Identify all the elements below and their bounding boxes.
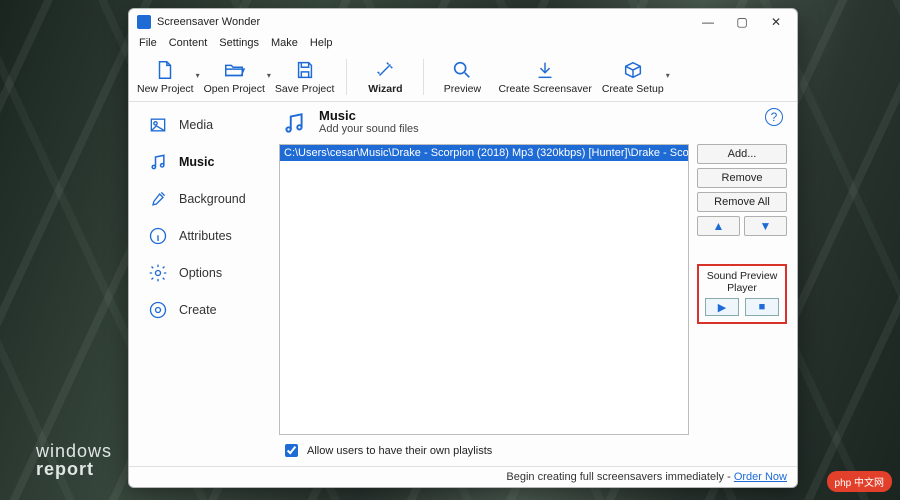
toolbar-label: Preview [444, 83, 481, 95]
create-screensaver-button[interactable]: Create Screensaver [498, 57, 591, 95]
page-subtitle: Add your sound files [319, 123, 419, 135]
chevron-up-icon: ▲ [713, 219, 725, 233]
photo-icon [147, 114, 169, 136]
status-text: Begin creating full screensavers immedia… [506, 471, 733, 483]
toolbar-divider [423, 59, 424, 95]
menu-bar: File Content Settings Make Help [129, 35, 797, 53]
create-setup-button[interactable]: ▾ Create Setup [602, 57, 664, 95]
toolbar-label: Create Screensaver [498, 83, 591, 95]
menu-make[interactable]: Make [271, 37, 298, 49]
wizard-button[interactable]: Wizard [359, 57, 411, 95]
page-title: Music [319, 108, 419, 123]
sidebar-item-label: Options [179, 266, 222, 280]
open-project-button[interactable]: ▾ Open Project [204, 57, 265, 95]
options-row: Allow users to have their own playlists [279, 435, 787, 462]
toolbar-divider [346, 59, 347, 95]
sidebar-item-label: Music [179, 155, 214, 169]
download-icon [531, 57, 559, 83]
new-project-button[interactable]: ▾ New Project [137, 57, 194, 95]
disc-icon [147, 299, 169, 321]
menu-help[interactable]: Help [310, 37, 333, 49]
play-button[interactable]: ▶ [705, 298, 739, 316]
toolbar-label: New Project [137, 83, 194, 95]
move-up-button[interactable]: ▲ [697, 216, 740, 236]
file-icon [151, 57, 179, 83]
info-icon [147, 225, 169, 247]
titlebar: Screensaver Wonder — ▢ ✕ [129, 9, 797, 35]
chevron-down-icon: ▾ [196, 71, 200, 80]
page-header: Music Add your sound files ? [279, 108, 787, 144]
toolbar-label: Create Setup [602, 83, 664, 95]
app-window: Screensaver Wonder — ▢ ✕ File Content Se… [128, 8, 798, 488]
sound-file-list[interactable]: C:\Users\cesar\Music\Drake - Scorpion (2… [279, 144, 689, 435]
remove-button[interactable]: Remove [697, 168, 787, 188]
sidebar-item-background[interactable]: Background [135, 181, 273, 217]
menu-settings[interactable]: Settings [219, 37, 259, 49]
help-button[interactable]: ? [765, 108, 783, 126]
sidebar-item-media[interactable]: Media [135, 107, 273, 143]
sidebar-item-options[interactable]: Options [135, 255, 273, 291]
toolbar-label: Save Project [275, 83, 335, 95]
brush-icon [147, 188, 169, 210]
box-icon [619, 57, 647, 83]
sound-preview-panel: Sound Preview Player ▶ ■ [697, 264, 787, 324]
list-item[interactable]: C:\Users\cesar\Music\Drake - Scorpion (2… [280, 145, 688, 161]
maximize-button[interactable]: ▢ [725, 11, 759, 33]
sidebar-item-music[interactable]: Music [135, 144, 273, 180]
chevron-down-icon: ▾ [267, 71, 271, 80]
toolbar: ▾ New Project ▾ Open Project Save Projec… [129, 53, 797, 102]
sidebar-item-create[interactable]: Create [135, 292, 273, 328]
allow-playlists-checkbox[interactable] [285, 444, 298, 457]
music-note-icon [279, 108, 309, 138]
close-button[interactable]: ✕ [759, 11, 793, 33]
remove-all-button[interactable]: Remove All [697, 192, 787, 212]
chevron-down-icon: ▾ [666, 71, 670, 80]
minimize-button[interactable]: — [691, 11, 725, 33]
sidebar-item-label: Background [179, 192, 246, 206]
sidebar: Media Music Background Attributes Option… [129, 102, 279, 466]
main-panel: Music Add your sound files ? C:\Users\ce… [279, 102, 797, 466]
search-icon [448, 57, 476, 83]
window-title: Screensaver Wonder [157, 16, 260, 28]
status-bar: Begin creating full screensavers immedia… [129, 466, 797, 487]
sidebar-item-label: Media [179, 118, 213, 132]
wand-icon [371, 57, 399, 83]
play-icon: ▶ [718, 301, 726, 314]
add-button[interactable]: Add... [697, 144, 787, 164]
folder-icon [220, 57, 248, 83]
list-controls: Add... Remove Remove All ▲ ▼ Sound Previ… [697, 144, 787, 435]
watermark-windowsreport: windows report [36, 442, 112, 478]
watermark-php: php 中文网 [827, 471, 892, 492]
chevron-down-icon: ▼ [760, 219, 772, 233]
sidebar-item-label: Create [179, 303, 217, 317]
save-project-button[interactable]: Save Project [275, 57, 335, 95]
preview-label: Sound Preview Player [703, 270, 781, 294]
save-icon [291, 57, 319, 83]
preview-button[interactable]: Preview [436, 57, 488, 95]
order-now-link[interactable]: Order Now [734, 471, 787, 483]
toolbar-label: Wizard [368, 83, 402, 95]
toolbar-label: Open Project [204, 83, 265, 95]
menu-file[interactable]: File [139, 37, 157, 49]
music-note-icon [147, 151, 169, 173]
sidebar-item-label: Attributes [179, 229, 232, 243]
sidebar-item-attributes[interactable]: Attributes [135, 218, 273, 254]
gear-icon [147, 262, 169, 284]
move-down-button[interactable]: ▼ [744, 216, 787, 236]
menu-content[interactable]: Content [169, 37, 208, 49]
app-icon [137, 15, 151, 29]
stop-icon: ■ [759, 301, 766, 313]
allow-playlists-label: Allow users to have their own playlists [307, 445, 492, 457]
stop-button[interactable]: ■ [745, 298, 779, 316]
